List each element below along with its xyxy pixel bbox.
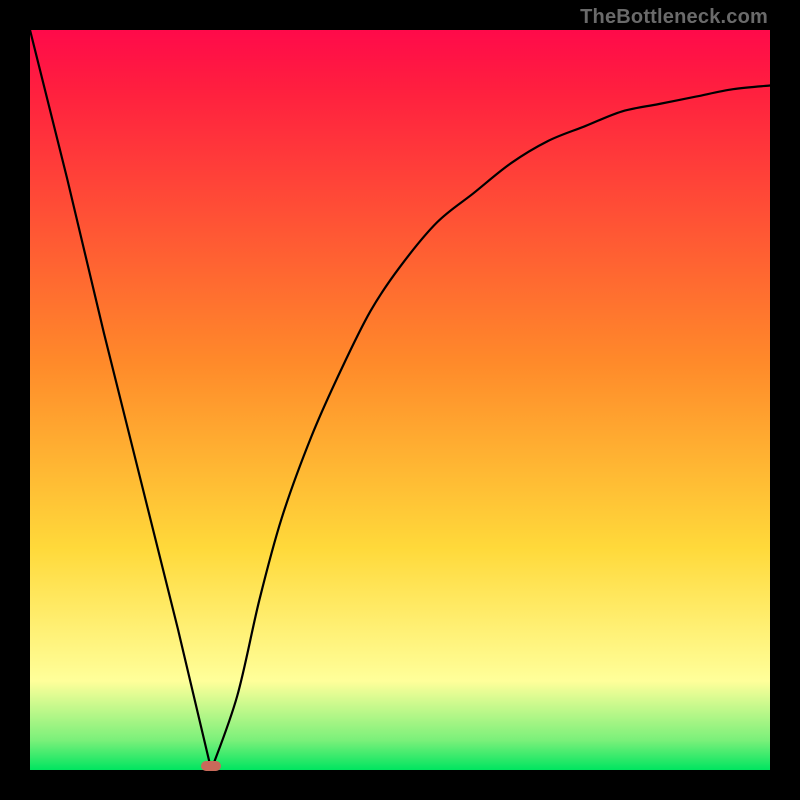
- curve-svg: [30, 30, 770, 770]
- chart-frame: TheBottleneck.com: [0, 0, 800, 800]
- plot-area: [30, 30, 770, 770]
- watermark-text: TheBottleneck.com: [580, 6, 768, 29]
- bottleneck-curve: [30, 30, 770, 770]
- optimum-marker: [201, 761, 221, 771]
